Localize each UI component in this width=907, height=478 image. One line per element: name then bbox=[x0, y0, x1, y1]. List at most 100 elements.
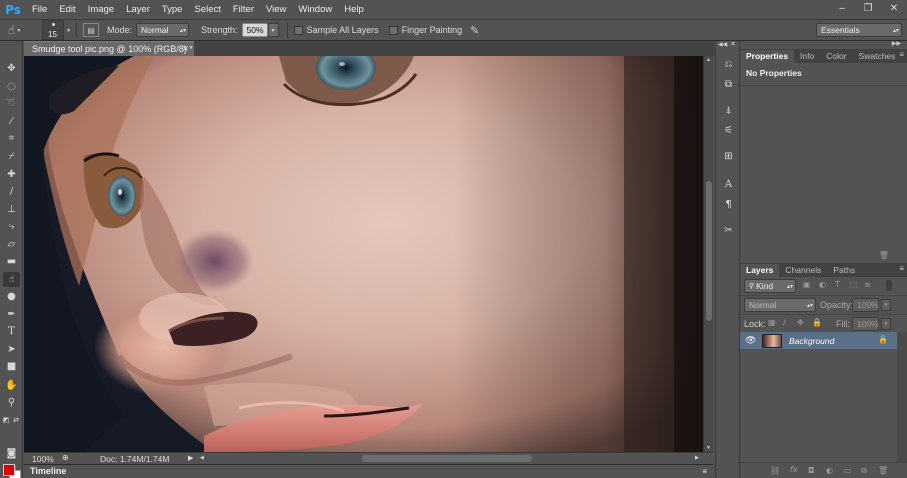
menu-type[interactable]: Type bbox=[156, 0, 189, 19]
scroll-right-icon[interactable]: ▶ bbox=[695, 455, 699, 461]
scroll-up-icon[interactable]: ▲ bbox=[706, 57, 711, 63]
new-layer-icon[interactable]: ⧉ bbox=[861, 466, 867, 476]
menu-image[interactable]: Image bbox=[82, 0, 120, 19]
close-button[interactable]: ✕ bbox=[881, 0, 907, 17]
tab-swatches[interactable]: Swatches bbox=[853, 50, 902, 63]
clone-stamp-tool-icon[interactable]: ⊥ bbox=[3, 202, 20, 217]
strip-close-icon[interactable]: ✕ bbox=[730, 40, 736, 48]
quick-mask-icon[interactable]: ◙ bbox=[3, 446, 20, 461]
vertical-scrollbar[interactable]: ▲ ▼ bbox=[703, 56, 713, 452]
trash-icon[interactable]: 🗑 bbox=[879, 251, 889, 260]
filter-toggle-switch[interactable] bbox=[886, 280, 892, 291]
brush-tool-icon[interactable]: ∕ bbox=[3, 184, 20, 199]
panel-menu-icon[interactable]: ≡ bbox=[899, 50, 904, 59]
tab-channels[interactable]: Channels bbox=[779, 264, 827, 277]
type-tool-icon[interactable]: T bbox=[3, 324, 20, 339]
layer-style-icon[interactable]: fx bbox=[790, 465, 798, 474]
sample-all-layers-checkbox[interactable] bbox=[293, 25, 303, 35]
menu-filter[interactable]: Filter bbox=[227, 0, 260, 19]
brush-presets-icon[interactable]: ⍋ bbox=[720, 103, 737, 118]
swap-colors-icon[interactable]: ⇄ bbox=[11, 412, 21, 427]
actions-panel-icon[interactable]: ⧉ bbox=[720, 77, 737, 92]
layer-row-background[interactable]: 👁 Background 🔒 bbox=[740, 332, 897, 349]
fill-slider-toggle[interactable]: ▾ bbox=[881, 318, 891, 330]
history-brush-tool-icon[interactable]: ⤷ bbox=[3, 219, 20, 234]
layers-scrollbar[interactable] bbox=[897, 332, 907, 462]
opacity-field[interactable]: 100% bbox=[852, 298, 879, 312]
marquee-tool-icon[interactable]: ◌ bbox=[3, 79, 20, 94]
finger-painting-checkbox[interactable] bbox=[388, 25, 398, 35]
move-tool-icon[interactable]: ✥ bbox=[3, 61, 20, 76]
status-menu-arrow-icon[interactable]: ▶ bbox=[188, 454, 193, 462]
history-panel-icon[interactable]: ⎌ bbox=[720, 57, 737, 72]
status-export-icon[interactable]: ⊕ bbox=[62, 453, 69, 462]
document-tab[interactable]: Smudge tool pic.png @ 100% (RGB/8) * ✕ bbox=[24, 41, 194, 56]
opacity-slider-toggle[interactable]: ▾ bbox=[881, 299, 891, 311]
shape-tool-icon[interactable]: ■ bbox=[3, 359, 20, 374]
new-group-icon[interactable]: ▭ bbox=[844, 466, 852, 475]
add-mask-icon[interactable]: ◘ bbox=[808, 466, 814, 475]
tab-layers[interactable]: Layers bbox=[740, 264, 780, 277]
eye-visibility-icon[interactable]: 👁 bbox=[745, 335, 756, 346]
menu-edit[interactable]: Edit bbox=[53, 0, 81, 19]
layer-name[interactable]: Background bbox=[789, 336, 834, 346]
scroll-down-icon[interactable]: ▼ bbox=[706, 445, 711, 451]
smudge-tool-icon[interactable]: ☝ bbox=[3, 272, 20, 287]
menu-view[interactable]: View bbox=[260, 0, 292, 19]
lock-all-icon[interactable]: 🔒 bbox=[812, 318, 822, 327]
lasso-tool-icon[interactable]: ➰ bbox=[3, 96, 20, 111]
close-tab-icon[interactable]: ✕ bbox=[182, 42, 189, 56]
hand-tool-icon[interactable]: ✋ bbox=[3, 378, 20, 393]
tab-properties[interactable]: Properties bbox=[740, 50, 795, 63]
default-colors-icon[interactable]: ◩ bbox=[1, 412, 11, 427]
tab-info[interactable]: Info bbox=[794, 50, 820, 63]
menu-layer[interactable]: Layer bbox=[120, 0, 156, 19]
filter-shape-icon[interactable]: ⬚ bbox=[850, 280, 858, 289]
brush-panel-icon[interactable]: ⚟ bbox=[720, 123, 737, 138]
delete-layer-icon[interactable]: 🗑 bbox=[878, 466, 888, 475]
pressure-pen-icon[interactable]: ✎ bbox=[470, 24, 479, 37]
zoom-level[interactable]: 100% bbox=[32, 454, 54, 464]
brush-panel-toggle-icon[interactable]: ▤ bbox=[83, 23, 100, 37]
gradient-tool-icon[interactable]: ▬ bbox=[3, 254, 20, 269]
crop-tool-icon[interactable]: ⌗ bbox=[3, 131, 20, 146]
mode-dropdown[interactable]: Normal ▴▾ bbox=[136, 23, 190, 37]
zoom-tool-icon[interactable]: ⚲ bbox=[3, 395, 20, 410]
workspace-dropdown[interactable]: Essentials ▴▾ bbox=[816, 23, 902, 37]
menu-select[interactable]: Select bbox=[188, 0, 226, 19]
layers-panel-menu-icon[interactable]: ≡ bbox=[899, 264, 904, 273]
character-panel-icon[interactable]: A bbox=[720, 177, 737, 192]
filter-type-icon[interactable]: T bbox=[835, 280, 840, 289]
layer-filter-kind-dropdown[interactable]: ⚲ Kind ▴▾ bbox=[744, 279, 796, 293]
smudge-tool-preset-picker[interactable]: ☝ ▾ bbox=[8, 20, 38, 40]
filter-adjustment-icon[interactable]: ◐ bbox=[819, 280, 826, 289]
paragraph-panel-icon[interactable]: ¶ bbox=[720, 197, 737, 212]
strength-field[interactable]: 50% bbox=[241, 23, 268, 37]
lock-image-icon[interactable]: ∕ bbox=[783, 318, 786, 327]
timeline-panel-tab[interactable]: Timeline ≡ bbox=[24, 464, 713, 478]
clone-source-icon[interactable]: ⊞ bbox=[720, 149, 737, 164]
adjustment-layer-icon[interactable]: ◐ bbox=[826, 466, 833, 475]
lock-transparent-icon[interactable]: ▦ bbox=[768, 318, 776, 327]
scroll-left-icon[interactable]: ◀ bbox=[200, 455, 204, 461]
menu-window[interactable]: Window bbox=[292, 0, 338, 19]
menu-help[interactable]: Help bbox=[338, 0, 370, 19]
document-canvas[interactable] bbox=[24, 56, 703, 452]
filter-pixel-icon[interactable]: ▣ bbox=[803, 280, 811, 289]
foreground-color-swatch[interactable] bbox=[3, 464, 15, 476]
tab-paths[interactable]: Paths bbox=[827, 264, 861, 277]
restore-button[interactable]: ❐ bbox=[855, 0, 881, 17]
vertical-scroll-thumb[interactable] bbox=[706, 181, 712, 321]
lock-position-icon[interactable]: ✥ bbox=[797, 318, 804, 327]
minimize-button[interactable]: – bbox=[829, 0, 855, 17]
dock-collapse-icon[interactable]: ▶▶ bbox=[892, 40, 901, 47]
healing-brush-tool-icon[interactable]: ✚ bbox=[3, 167, 20, 182]
path-selection-tool-icon[interactable]: ➤ bbox=[3, 342, 20, 357]
dodge-tool-icon[interactable]: ● bbox=[3, 289, 20, 304]
fill-field[interactable]: 100% bbox=[852, 317, 879, 331]
tab-color[interactable]: Color bbox=[820, 50, 852, 63]
brush-size-picker[interactable]: 15 bbox=[42, 20, 64, 40]
panel-menu-icon[interactable]: ≡ bbox=[702, 465, 707, 478]
pen-tool-icon[interactable]: ✒ bbox=[3, 307, 20, 322]
tool-presets-icon[interactable]: ✂ bbox=[720, 223, 737, 238]
